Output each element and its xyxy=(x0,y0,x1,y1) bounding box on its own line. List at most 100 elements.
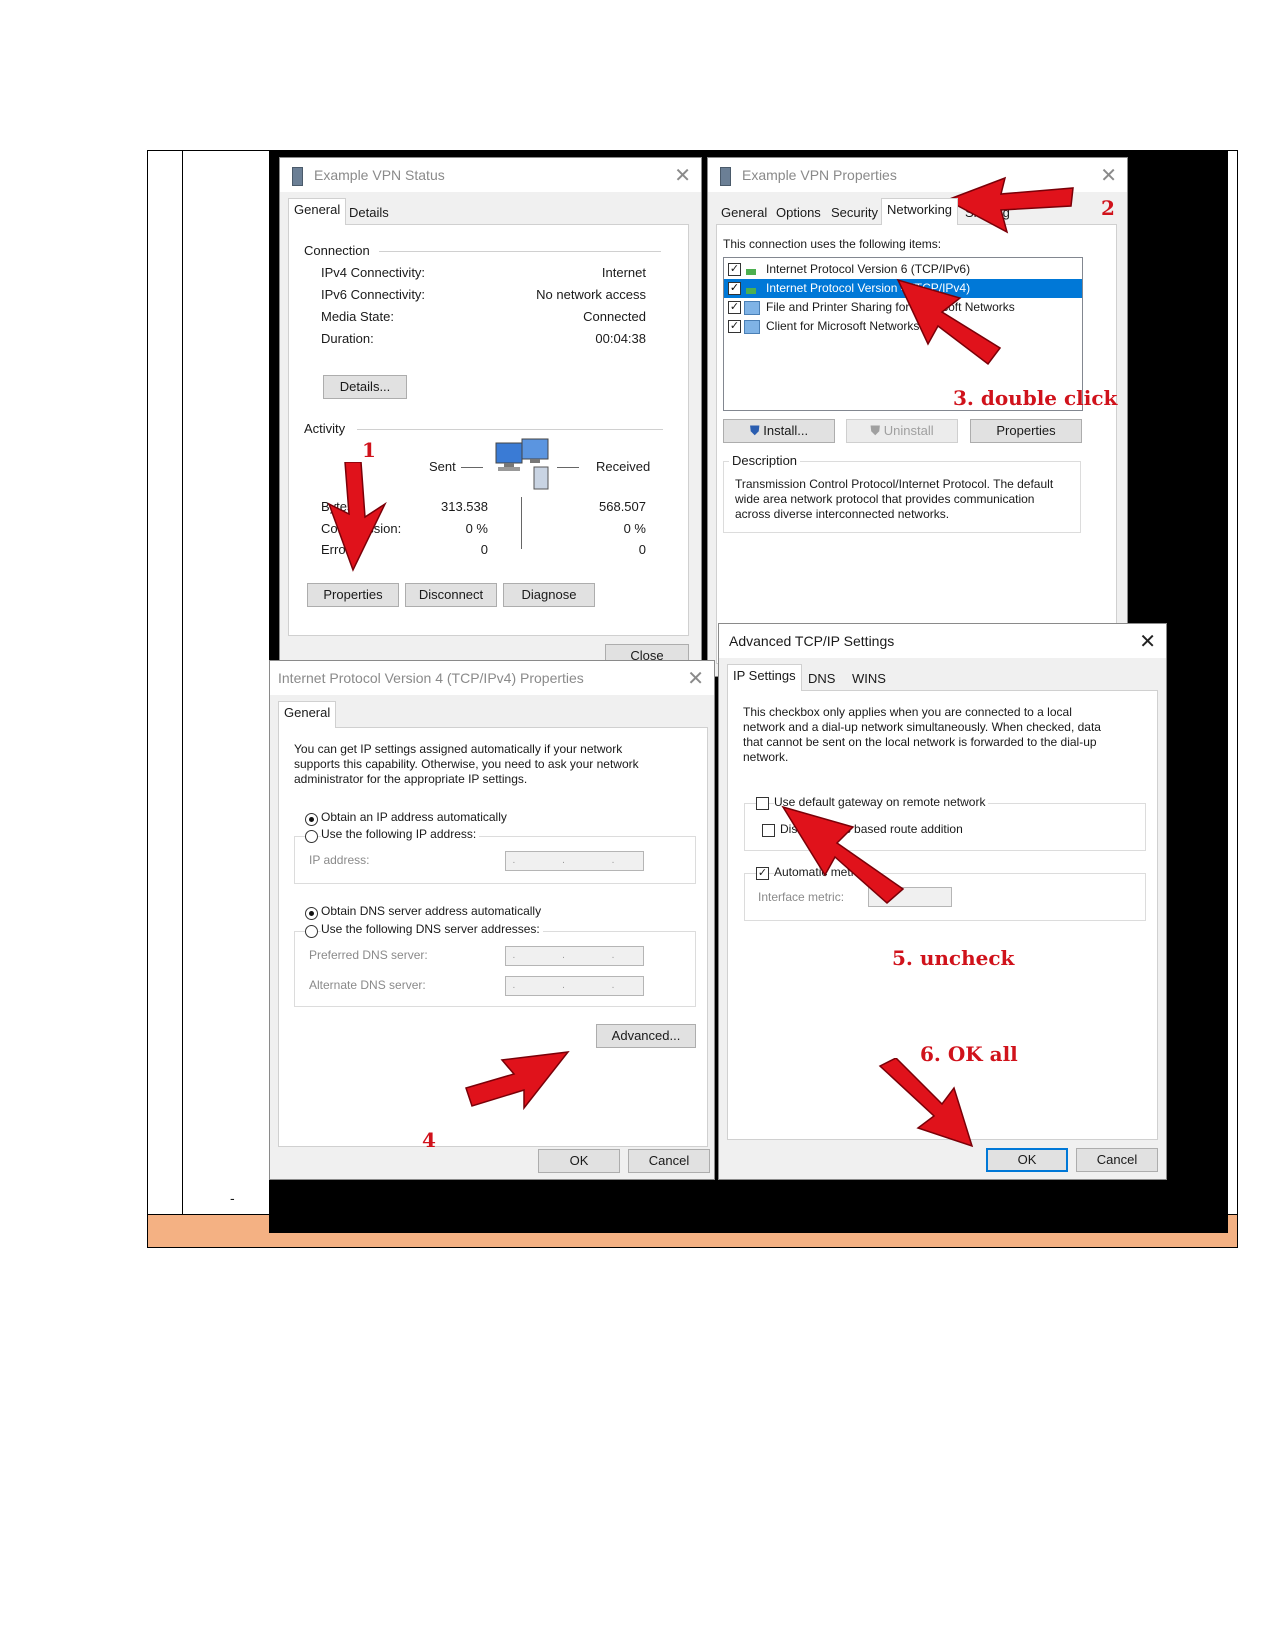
automatic-metric-checkbox[interactable]: ✓ xyxy=(756,867,769,880)
ipv4-cancel-button[interactable]: Cancel xyxy=(628,1149,710,1173)
details-button[interactable]: Details... xyxy=(323,375,407,399)
ipv6-connectivity-label: IPv6 Connectivity: xyxy=(321,287,426,302)
bytes-received: 568.507 xyxy=(599,499,646,514)
tab-details[interactable]: Details xyxy=(344,202,394,224)
item-properties-button[interactable]: Properties xyxy=(970,419,1082,443)
compression-received: 0 % xyxy=(623,521,646,536)
annotation-arrow-1 xyxy=(327,462,387,572)
disconnect-button[interactable]: Disconnect xyxy=(405,583,497,607)
vpn-icon xyxy=(720,167,731,186)
obtain-ip-label: Obtain an IP address automatically xyxy=(321,810,507,824)
obtain-ip-radio[interactable] xyxy=(305,813,318,826)
tab-options[interactable]: Options xyxy=(771,202,826,224)
uninstall-label: Uninstall xyxy=(883,423,934,438)
media-state-label: Media State: xyxy=(321,309,394,324)
annotation-step-3: 3. double click xyxy=(953,386,1118,410)
tab-general[interactable]: General xyxy=(288,198,347,225)
compression-sent: 0 % xyxy=(465,521,488,536)
advanced-button[interactable]: Advanced... xyxy=(596,1024,696,1048)
list-item[interactable]: ✓ Internet Protocol Version 6 (TCP/IPv6) xyxy=(724,260,1082,279)
disable-class-route-checkbox[interactable] xyxy=(762,824,775,837)
annotation-step-5: 5. uncheck xyxy=(892,946,1015,970)
advanced-titlebar: Advanced TCP/IP Settings ✕ xyxy=(719,624,1166,658)
use-ip-label: Use the following IP address: xyxy=(321,827,480,841)
printer-share-icon xyxy=(744,301,760,315)
close-icon[interactable]: ✕ xyxy=(674,163,691,188)
close-icon[interactable]: ✕ xyxy=(1100,163,1117,188)
connection-group-label: Connection xyxy=(304,243,370,258)
item-label: Internet Protocol Version 6 (TCP/IPv6) xyxy=(766,262,971,276)
ip-address-field[interactable]: . . . xyxy=(505,851,644,871)
annotation-arrow-2 xyxy=(945,176,1074,234)
vpn-status-window: Example VPN Status ✕ General Details Con… xyxy=(279,157,702,682)
ipv4-connectivity-label: IPv4 Connectivity: xyxy=(321,265,426,280)
advanced-info-text: This checkbox only applies when you are … xyxy=(743,705,1101,764)
ipv4-intro-text: You can get IP settings assigned automat… xyxy=(294,742,639,786)
use-ip-radio[interactable] xyxy=(305,830,318,843)
tab-general[interactable]: General xyxy=(278,701,337,728)
alternate-dns-label: Alternate DNS server: xyxy=(309,978,426,992)
network-icon xyxy=(746,288,756,294)
vpn-status-panel: Connection IPv4 Connectivity: Internet I… xyxy=(288,224,689,636)
ip-address-label: IP address: xyxy=(309,853,370,867)
annotation-arrow-5 xyxy=(781,805,905,904)
obtain-dns-radio[interactable] xyxy=(305,907,318,920)
diagnose-button[interactable]: Diagnose xyxy=(503,583,595,607)
annotation-arrow-3 xyxy=(896,278,1002,366)
ipv4-properties-title: Internet Protocol Version 4 (TCP/IPv4) P… xyxy=(278,670,584,686)
received-label: Received xyxy=(596,459,651,474)
tab-dns[interactable]: DNS xyxy=(803,668,840,690)
uninstall-button[interactable]: ⛊ Uninstall xyxy=(846,419,958,443)
bytes-sent: 313.538 xyxy=(441,499,488,514)
annotation-step-4: 4 xyxy=(422,1128,436,1152)
install-button[interactable]: ⛊ Install... xyxy=(723,419,835,443)
checkbox[interactable]: ✓ xyxy=(728,263,741,276)
duration-value: 00:04:38 xyxy=(595,331,646,346)
errors-sent: 0 xyxy=(480,542,488,557)
vpn-status-titlebar: Example VPN Status ✕ xyxy=(280,158,701,192)
use-default-gateway-checkbox[interactable] xyxy=(756,797,769,810)
tab-security[interactable]: Security xyxy=(826,202,883,224)
network-icon xyxy=(746,269,756,275)
close-icon[interactable]: ✕ xyxy=(1139,629,1156,654)
use-dns-label: Use the following DNS server addresses: xyxy=(321,922,543,936)
obtain-dns-label: Obtain DNS server address automatically xyxy=(321,904,542,918)
vpn-properties-title: Example VPN Properties xyxy=(742,167,897,183)
install-label: Install... xyxy=(763,423,809,438)
annotation-arrow-4 xyxy=(465,1051,570,1110)
screenshot-canvas: Example VPN Status ✕ General Details Con… xyxy=(269,150,1228,1233)
advanced-ok-button[interactable]: OK xyxy=(986,1148,1068,1172)
advanced-title: Advanced TCP/IP Settings xyxy=(729,633,895,649)
close-icon[interactable]: ✕ xyxy=(687,666,704,691)
checkbox[interactable]: ✓ xyxy=(728,282,741,295)
tab-ip-settings[interactable]: IP Settings xyxy=(727,664,802,691)
preferred-dns-label: Preferred DNS server: xyxy=(309,948,428,962)
shield-icon: ⛊ xyxy=(870,423,881,438)
duration-label: Duration: xyxy=(321,331,374,346)
annotation-step-1: 1 xyxy=(362,438,376,462)
vpn-icon xyxy=(292,167,303,186)
ipv4-properties-titlebar: Internet Protocol Version 4 (TCP/IPv4) P… xyxy=(270,661,714,695)
errors-received: 0 xyxy=(638,542,646,557)
alternate-dns-field[interactable]: . . . xyxy=(505,976,644,996)
ipv4-connectivity-value: Internet xyxy=(601,265,646,280)
description-text: Transmission Control Protocol/Internet P… xyxy=(735,477,1054,521)
tab-wins[interactable]: WINS xyxy=(847,668,891,690)
properties-button[interactable]: Properties xyxy=(307,583,399,607)
tab-general[interactable]: General xyxy=(716,202,772,224)
footnote-mark: - xyxy=(230,1190,235,1206)
vpn-status-title: Example VPN Status xyxy=(314,167,445,183)
media-state-value: Connected xyxy=(583,309,646,324)
sent-label: Sent xyxy=(429,459,456,474)
annotation-arrow-6 xyxy=(878,1058,974,1148)
checkbox[interactable]: ✓ xyxy=(728,320,741,333)
activity-group-label: Activity xyxy=(304,421,346,436)
preferred-dns-field[interactable]: . . . xyxy=(505,946,644,966)
advanced-cancel-button[interactable]: Cancel xyxy=(1076,1148,1158,1172)
tab-networking[interactable]: Networking xyxy=(881,198,959,225)
ipv4-ok-button[interactable]: OK xyxy=(538,1149,620,1173)
ipv6-connectivity-value: No network access xyxy=(536,287,646,302)
description-label: Description xyxy=(729,453,801,468)
checkbox[interactable]: ✓ xyxy=(728,301,741,314)
use-dns-radio[interactable] xyxy=(305,925,318,938)
